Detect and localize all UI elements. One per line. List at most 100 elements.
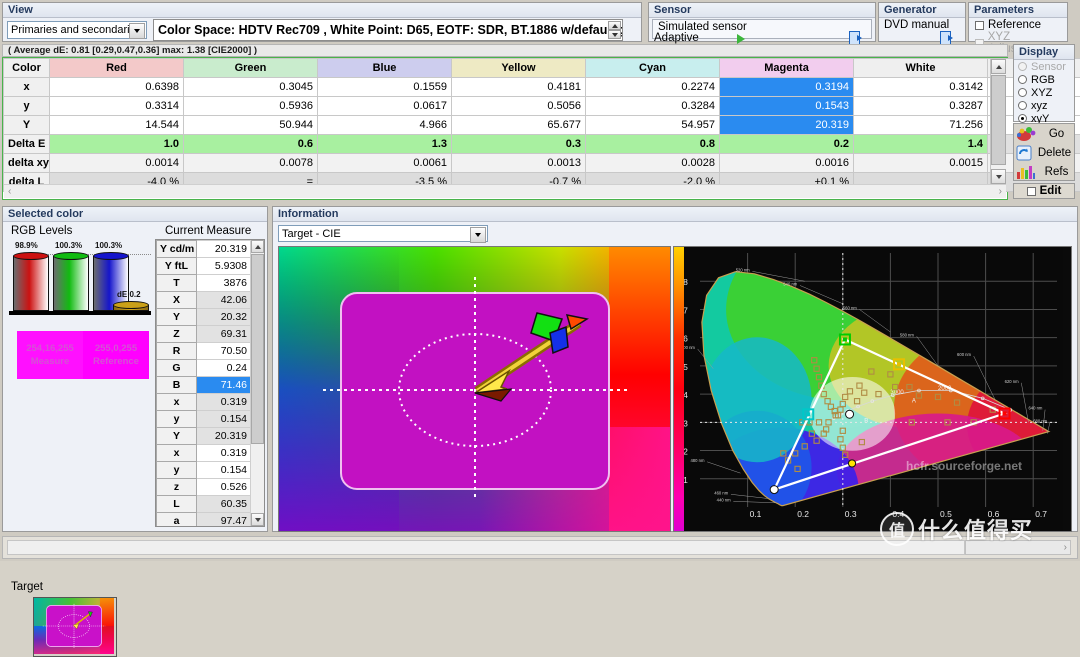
column-header-cyan[interactable]: Cyan	[586, 59, 720, 78]
cell-Delta-E-magenta[interactable]: 0.2	[720, 135, 854, 154]
column-header-yellow[interactable]: Yellow	[452, 59, 586, 78]
cell-Y-green[interactable]: 50.944	[184, 116, 318, 135]
measure-value[interactable]: 70.50	[197, 343, 251, 360]
measure-row[interactable]: X42.06	[157, 292, 251, 309]
cell-Delta-E-blue[interactable]: 1.3	[318, 135, 452, 154]
delete-button[interactable]: Delete	[1014, 143, 1074, 162]
measurements-grid[interactable]: ColorRedGreenBlueYellowCyanMagentaWhiteB…	[2, 57, 1008, 200]
play-icon[interactable]	[737, 34, 745, 44]
measure-value[interactable]: 0.319	[197, 445, 251, 462]
measure-scroll-thumb[interactable]	[251, 254, 264, 444]
measure-scroll-down-icon[interactable]	[251, 513, 264, 526]
go-button[interactable]: Go	[1014, 124, 1074, 143]
current-measure-table-wrap[interactable]: Y cd/m20.319Y ftL5.9308T3876X42.06Y20.32…	[155, 239, 265, 527]
radio-xyy[interactable]	[1018, 114, 1027, 123]
measure-row[interactable]: G0.24	[157, 360, 251, 377]
cell-Delta-E-white[interactable]: 1.4	[854, 135, 988, 154]
measure-value[interactable]: 20.319	[197, 241, 251, 258]
display-option-rgb[interactable]: RGB	[1014, 73, 1074, 86]
chevron-down-icon[interactable]	[129, 23, 145, 39]
measure-row[interactable]: y0.154	[157, 462, 251, 479]
target-pattern-view[interactable]	[278, 246, 671, 532]
cell-y-white[interactable]: 0.3287	[854, 97, 988, 116]
cell-Y-blue[interactable]: 4.966	[318, 116, 452, 135]
cell-delta-xy-red[interactable]: 0.0014	[50, 154, 184, 173]
measure-row[interactable]: Y ftL5.9308	[157, 258, 251, 275]
grid-vertical-scrollbar[interactable]	[990, 59, 1006, 184]
information-view-select[interactable]: Target - CIE	[278, 225, 488, 242]
measure-row[interactable]: L60.35	[157, 496, 251, 513]
column-header-blue[interactable]: Blue	[318, 59, 452, 78]
measure-value[interactable]: 0.526	[197, 479, 251, 496]
measure-value[interactable]: 0.154	[197, 462, 251, 479]
cell-y-blue[interactable]: 0.0617	[318, 97, 452, 116]
cell-x-green[interactable]: 0.3045	[184, 78, 318, 97]
cell-x-white[interactable]: 0.3142	[854, 78, 988, 97]
refs-button[interactable]: Refs	[1014, 162, 1074, 181]
generator-config-icon[interactable]	[940, 31, 953, 44]
measure-value[interactable]: 0.24	[197, 360, 251, 377]
measure-value[interactable]: 5.9308	[197, 258, 251, 275]
target-thumbnail[interactable]	[33, 597, 117, 657]
measure-scroll-up-icon[interactable]	[251, 240, 264, 253]
cell-Y-white[interactable]: 71.256	[854, 116, 988, 135]
measure-row[interactable]: Y20.32	[157, 309, 251, 326]
measure-value[interactable]: 71.46	[197, 377, 251, 394]
scroll-up-icon[interactable]	[991, 59, 1006, 74]
measure-value[interactable]: 20.32	[197, 309, 251, 326]
cell-Delta-E-green[interactable]: 0.6	[184, 135, 318, 154]
column-header-white[interactable]: White	[854, 59, 988, 78]
cell-y-red[interactable]: 0.3314	[50, 97, 184, 116]
cell-delta-xy-magenta[interactable]: 0.0016	[720, 154, 854, 173]
cie-chromaticity-chart[interactable]: 520 nm540 nm560 nm580 nm600 nm620 nm640 …	[673, 246, 1072, 532]
cell-delta-xy-blue[interactable]: 0.0061	[318, 154, 452, 173]
grid-horizontal-scrollbar[interactable]: ‹ ›	[4, 184, 1006, 198]
edit-toggle[interactable]: Edit	[1013, 183, 1075, 199]
sensor-config-icon[interactable]	[849, 31, 862, 44]
cell-Delta-E-yellow[interactable]: 0.3	[452, 135, 586, 154]
cell-Y-yellow[interactable]: 65.677	[452, 116, 586, 135]
measure-value[interactable]: 97.47	[197, 513, 251, 528]
cell-y-cyan[interactable]: 0.3284	[586, 97, 720, 116]
measure-value[interactable]: 3876	[197, 275, 251, 292]
spinner-down-icon[interactable]	[608, 30, 621, 39]
cell-delta-xy-yellow[interactable]: 0.0013	[452, 154, 586, 173]
measure-row[interactable]: Y cd/m20.319	[157, 241, 251, 258]
cell-x-magenta[interactable]: 0.3194	[720, 78, 854, 97]
measure-row[interactable]: y0.154	[157, 411, 251, 428]
measure-row[interactable]: x0.319	[157, 445, 251, 462]
measure-value[interactable]: 0.154	[197, 411, 251, 428]
cell-Y-red[interactable]: 14.544	[50, 116, 184, 135]
spinner-up-icon[interactable]	[608, 21, 621, 30]
radio-xyz[interactable]	[1018, 88, 1027, 97]
cell-delta-xy-white[interactable]: 0.0015	[854, 154, 988, 173]
cell-Y-cyan[interactable]: 54.957	[586, 116, 720, 135]
scroll-right-icon[interactable]: ›	[999, 186, 1002, 197]
measure-row[interactable]: a97.47	[157, 513, 251, 528]
display-option-xyz[interactable]: xyz	[1014, 99, 1074, 112]
cell-y-yellow[interactable]: 0.5056	[452, 97, 586, 116]
measure-row[interactable]: Y20.319	[157, 428, 251, 445]
measure-row[interactable]: Z69.31	[157, 326, 251, 343]
measure-row[interactable]: z0.526	[157, 479, 251, 496]
measure-value[interactable]: 60.35	[197, 496, 251, 513]
display-option-xyz[interactable]: XYZ	[1014, 86, 1074, 99]
measure-value[interactable]: 20.319	[197, 428, 251, 445]
measure-row[interactable]: T3876	[157, 275, 251, 292]
edit-checkbox[interactable]	[1027, 187, 1036, 196]
cell-y-green[interactable]: 0.5936	[184, 97, 318, 116]
view-mode-select[interactable]: Primaries and secondaries	[7, 21, 147, 39]
column-header-magenta[interactable]: Magenta	[720, 59, 854, 78]
cell-y-magenta[interactable]: 0.1543	[720, 97, 854, 116]
cell-x-cyan[interactable]: 0.2274	[586, 78, 720, 97]
cell-Delta-E-red[interactable]: 1.0	[50, 135, 184, 154]
cell-x-blue[interactable]: 0.1559	[318, 78, 452, 97]
cell-x-red[interactable]: 0.6398	[50, 78, 184, 97]
column-header-green[interactable]: Green	[184, 59, 318, 78]
radio-xyz[interactable]	[1018, 101, 1027, 110]
grid-scroll-thumb[interactable]	[991, 75, 1006, 165]
measure-scrollbar[interactable]	[251, 240, 264, 526]
measure-row[interactable]: B71.46	[157, 377, 251, 394]
chevron-down-icon[interactable]	[470, 227, 486, 243]
cell-x-yellow[interactable]: 0.4181	[452, 78, 586, 97]
